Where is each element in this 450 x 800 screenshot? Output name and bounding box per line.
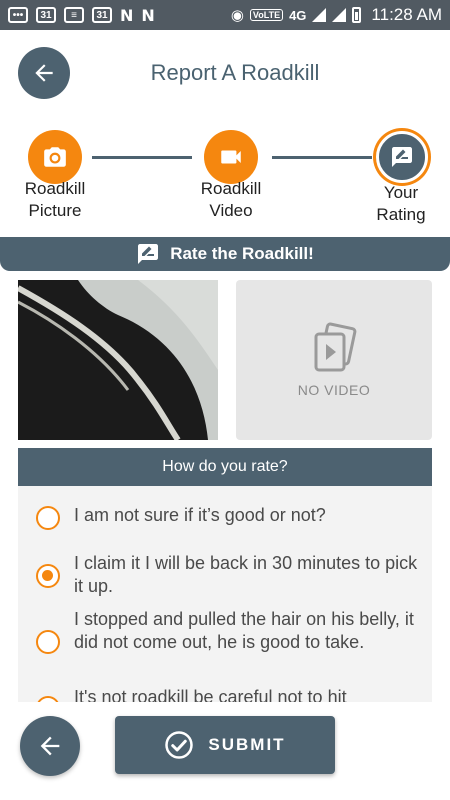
rating-option-label: I am not sure if it’s good or not? (74, 505, 326, 525)
step-label-line: Roadkill (24, 179, 86, 198)
rate-review-icon (392, 147, 412, 167)
media-preview: NO VIDEO (18, 280, 432, 440)
footer-actions: SUBMIT (0, 702, 450, 800)
rating-option-label: I stopped and pulled the hair on his bel… (74, 609, 414, 652)
check-circle-icon (165, 731, 194, 759)
step-picture[interactable] (28, 130, 82, 184)
step-label-line: Picture (28, 201, 82, 220)
step-rating[interactable] (376, 131, 428, 183)
rating-option[interactable]: I am not sure if it’s good or not? (18, 504, 432, 544)
back-button-bottom[interactable] (20, 716, 80, 776)
rating-option-label: It's not roadkill be careful not to hit (74, 687, 347, 702)
rating-card-heading: How do you rate? (18, 448, 432, 486)
video-file-icon (314, 322, 357, 372)
calendar-icon-2: 31 (92, 7, 112, 23)
section-banner-label: Rate the Roadkill! (170, 244, 314, 263)
rating-option[interactable]: I claim it I will be back in 30 minutes … (18, 552, 432, 604)
page-title: Report A Roadkill (150, 60, 320, 85)
step-video-label: Roadkill Video (186, 178, 276, 222)
header: Report A Roadkill (0, 30, 450, 118)
signal-icon (312, 8, 327, 22)
chat-notification-icon: ••• (8, 7, 28, 23)
progress-stepper: Roadkill Picture Roadkill Video Your Rat… (0, 118, 450, 236)
step-rating-label: Your Rating (356, 182, 446, 226)
step-label-line: Rating (376, 205, 426, 224)
rating-option[interactable]: I stopped and pulled the hair on his bel… (18, 609, 432, 682)
step-label-line: Roadkill (200, 179, 262, 198)
step-connector (92, 156, 192, 159)
step-label-line: Your (383, 183, 419, 202)
radio-button[interactable] (36, 630, 60, 654)
step-video[interactable] (204, 130, 258, 184)
n-notification-icon-2: N (141, 5, 155, 25)
hotspot-icon: ◉ (230, 7, 244, 24)
rating-option[interactable]: It's not roadkill be careful not to hit (18, 686, 432, 702)
calendar-icon: 31 (36, 7, 56, 23)
news-icon: ≡ (64, 7, 84, 23)
photo-image (18, 280, 218, 440)
step-picture-label: Roadkill Picture (10, 178, 100, 222)
network-type: 4G (289, 7, 307, 23)
battery-icon (352, 7, 362, 23)
no-video-placeholder[interactable]: NO VIDEO (236, 280, 432, 440)
radio-button-selected[interactable] (36, 564, 60, 588)
submit-button[interactable]: SUBMIT (115, 716, 335, 774)
step-connector (272, 156, 372, 159)
rate-review-icon (138, 244, 159, 264)
video-camera-icon (221, 150, 241, 164)
signal-icon-2 (332, 8, 347, 22)
arrow-left-icon (40, 736, 60, 756)
roadkill-photo[interactable] (18, 280, 218, 440)
camera-icon (44, 147, 66, 167)
clock: 11:28 AM (371, 5, 442, 24)
no-video-label: NO VIDEO (297, 382, 371, 398)
rating-card: How do you rate? I am not sure if it’s g… (18, 448, 432, 702)
section-banner: Rate the Roadkill! (0, 237, 450, 271)
submit-label: SUBMIT (208, 735, 286, 754)
status-bar: ••• 31 ≡ 31 N N ◉ VoLTE 4G 11:28 AM (0, 0, 450, 30)
radio-button[interactable] (36, 506, 60, 530)
volte-badge: VoLTE (249, 9, 284, 21)
step-label-line: Video (209, 201, 253, 220)
n-notification-icon: N (120, 5, 134, 25)
rating-option-label: I claim it I will be back in 30 minutes … (74, 553, 418, 596)
